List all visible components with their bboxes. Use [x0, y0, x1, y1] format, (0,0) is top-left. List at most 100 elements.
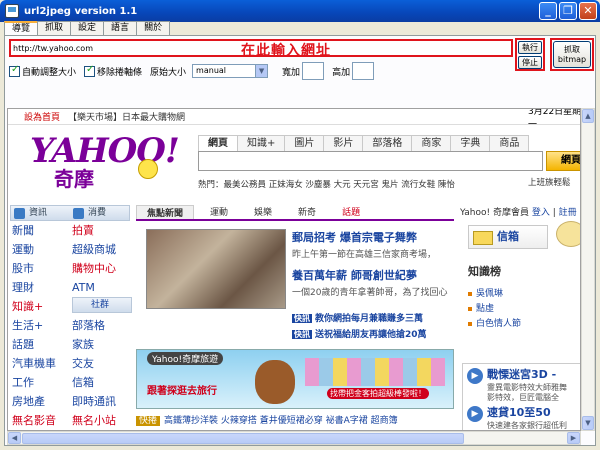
knowledge-link[interactable]: 吳佩琳	[468, 287, 521, 302]
scroll-right-icon[interactable]: ▶	[567, 432, 580, 444]
play-icon[interactable]: ▶	[467, 406, 483, 422]
nav-link[interactable]: 汽車機車	[12, 354, 72, 373]
window-controls: _ ❐ ✕	[539, 2, 597, 20]
mail-button[interactable]: 信箱	[468, 225, 548, 249]
news-tab-sports[interactable]: 運動	[200, 205, 238, 219]
search-tab-blog[interactable]: 部落格	[362, 135, 413, 151]
tab-settings[interactable]: 設定	[70, 21, 105, 35]
search-tab-knowledge[interactable]: 知識+	[237, 135, 286, 151]
scroll-thumb[interactable]	[22, 433, 464, 444]
scroll-left-icon[interactable]: ◀	[8, 432, 21, 444]
capture-bitmap-button[interactable]: 抓取 bitmap	[553, 41, 591, 68]
bears-image	[305, 358, 445, 386]
headline-1-desc: 昨上午第一節在高雄三信家商考場，	[292, 250, 437, 260]
yahoo-search-button[interactable]: 網頁	[546, 151, 580, 171]
height-input[interactable]	[352, 62, 375, 80]
knowledge-link[interactable]: 白色情人節	[468, 317, 521, 332]
news-tab-focus[interactable]: 焦點新聞	[136, 205, 195, 219]
search-tab-shops[interactable]: 商家	[411, 135, 452, 151]
nav-link[interactable]: 股市	[12, 259, 72, 278]
nav-link[interactable]: 即時通訊	[72, 392, 132, 411]
tab-capture[interactable]: 抓取	[37, 21, 72, 35]
yahoo-top-bar: 設為首頁 【樂天市場】日本最大購物網 3月22日星期一	[8, 109, 580, 130]
chat-bubble-icon[interactable]	[556, 221, 580, 247]
tab-browse[interactable]: 導覽	[4, 21, 39, 36]
yahoo-search-input[interactable]	[198, 151, 543, 171]
nav-link[interactable]: 無名影音	[12, 411, 72, 430]
nav-link[interactable]: 超級商城	[72, 240, 132, 259]
knowledge-link[interactable]: 點虛	[468, 302, 521, 317]
nav-link[interactable]: 運動	[12, 240, 72, 259]
maximize-button[interactable]: ❐	[559, 2, 577, 20]
search-tab-dictionary[interactable]: 字典	[450, 135, 491, 151]
search-tab-video[interactable]: 影片	[323, 135, 364, 151]
capture-group: 抓取 bitmap	[550, 38, 594, 71]
headline-2[interactable]: 養百萬年薪 師哥創世紀夢	[292, 267, 417, 283]
news-tab-topic[interactable]: 話題	[332, 205, 370, 219]
tab-about[interactable]: 關於	[136, 21, 171, 35]
nav-link[interactable]: 拍賣	[72, 221, 132, 240]
tab-language[interactable]: 語言	[103, 21, 138, 35]
hot-right-link[interactable]: 上班族輕鬆	[528, 176, 571, 188]
remove-scrollbar-label: 移除捲軸條	[97, 67, 143, 78]
scroll-up-icon[interactable]: ▲	[582, 109, 594, 123]
headline-1[interactable]: 郵局招考 爆首宗電子舞弊	[292, 229, 417, 245]
hot-keywords[interactable]: 熱門：最美公務員 正妹海女 沙塵暴 大元 天元宮 鬼片 流行女鞋 陳怡	[198, 178, 455, 190]
promo-2-title[interactable]: 速貸10至50	[487, 404, 551, 420]
close-button[interactable]: ✕	[579, 2, 597, 20]
news-tab-entertainment[interactable]: 娛樂	[244, 205, 282, 219]
nav-link[interactable]: 知識+	[12, 297, 72, 316]
nav-link[interactable]: 購物中心	[72, 259, 132, 278]
nav-link[interactable]: 工作	[12, 373, 72, 392]
login-link[interactable]: 登入	[532, 208, 550, 218]
go-button[interactable]: 執行	[518, 41, 542, 54]
nav-link[interactable]: 交友	[72, 354, 132, 373]
options-row: 自動調整大小 移除捲軸條 原始大小 manual ▼ 寬加 高加	[9, 62, 382, 80]
nav-link[interactable]: 部落格	[72, 316, 132, 335]
url-input[interactable]	[13, 42, 239, 55]
auto-adjust-label: 自動調整大小	[22, 67, 77, 78]
set-homepage-link[interactable]: 設為首頁	[24, 110, 60, 123]
nav-link[interactable]: 家族	[72, 335, 132, 354]
news-tab-odd[interactable]: 新奇	[288, 205, 326, 219]
search-tab-images[interactable]: 圖片	[284, 135, 325, 151]
browser-view[interactable]: 設為首頁 【樂天市場】日本最大購物網 3月22日星期一 YAHOO! 奇摩 網頁…	[7, 108, 581, 431]
register-link[interactable]: 註冊	[559, 208, 577, 218]
minimize-button[interactable]: _	[539, 2, 557, 20]
play-icon[interactable]: ▶	[467, 368, 483, 384]
size-select[interactable]: manual ▼	[192, 64, 269, 78]
ticker[interactable]: 快捲 高鐵薄抄洋裝 火辣穿搭 蒼井優短裙必穿 祕書A字裙 超商簿	[136, 413, 398, 426]
nav-link[interactable]: 話題	[12, 335, 72, 354]
nav-link[interactable]: 信箱	[72, 373, 132, 392]
flash-news-1[interactable]: 快訊 教你網拍每月兼職賺多三萬	[292, 311, 423, 324]
search-tabs: 網頁 知識+ 圖片 影片 部落格 商家 字典 商品	[198, 135, 530, 151]
flash-tag: 快訊	[292, 314, 312, 323]
horizontal-scrollbar[interactable]: ◀ ▶	[7, 431, 581, 445]
right-section: Yahoo! 奇摩會員 登入 | 註冊 信箱 知識榜 吳佩琳 點虛 白色情人節 …	[460, 205, 580, 430]
banner-cta[interactable]: 找帶把金客拍超級棒發啦！	[327, 388, 429, 399]
nav-link[interactable]: 新聞	[12, 221, 72, 240]
nav-link[interactable]: 房地產	[12, 392, 72, 411]
auto-adjust-checkbox[interactable]	[9, 64, 20, 77]
nav-link[interactable]: 理財	[12, 278, 72, 297]
nav-link[interactable]: ATM	[72, 278, 132, 297]
flash-news-2[interactable]: 快訊 送祝福給朋友再讓他搶20萬	[292, 327, 427, 340]
nav-link[interactable]: 無名小站	[72, 411, 132, 430]
travel-banner[interactable]: Yahoo!奇摩旅遊 跟著探逛去旅行 找帶把金客拍超級棒發啦！	[136, 349, 454, 409]
market-link[interactable]: 【樂天市場】日本最大購物網	[68, 110, 185, 123]
news-photo[interactable]	[146, 229, 286, 309]
search-tab-web[interactable]: 網頁	[198, 135, 238, 151]
vertical-scrollbar[interactable]: ▲ ▼	[581, 108, 595, 431]
promo-box: ▶ 戰慄迷宮3D - 靈異電影特效大師雅舞 影特效，巨匠電腦全 ▶ 速貸10至5…	[462, 363, 580, 430]
news-tabs: 焦點新聞 運動 娛樂 新奇 話題	[136, 205, 454, 221]
flash-text: 送祝福給朋友再讓他搶20萬	[315, 330, 427, 340]
scroll-down-icon[interactable]: ▼	[582, 416, 594, 430]
stop-button[interactable]: 停止	[518, 56, 542, 69]
remove-scrollbar-checkbox[interactable]	[84, 64, 96, 77]
search-tab-products[interactable]: 商品	[489, 135, 530, 151]
ticker-text: 高鐵薄抄洋裝 火辣穿搭 蒼井優短裙必穿 祕書A字裙 超商簿	[164, 416, 398, 426]
width-input[interactable]	[302, 62, 325, 80]
chevron-down-icon[interactable]: ▼	[255, 65, 268, 77]
nav-link[interactable]: 生活+	[12, 316, 72, 335]
promo-1-title[interactable]: 戰慄迷宮3D -	[487, 366, 556, 382]
